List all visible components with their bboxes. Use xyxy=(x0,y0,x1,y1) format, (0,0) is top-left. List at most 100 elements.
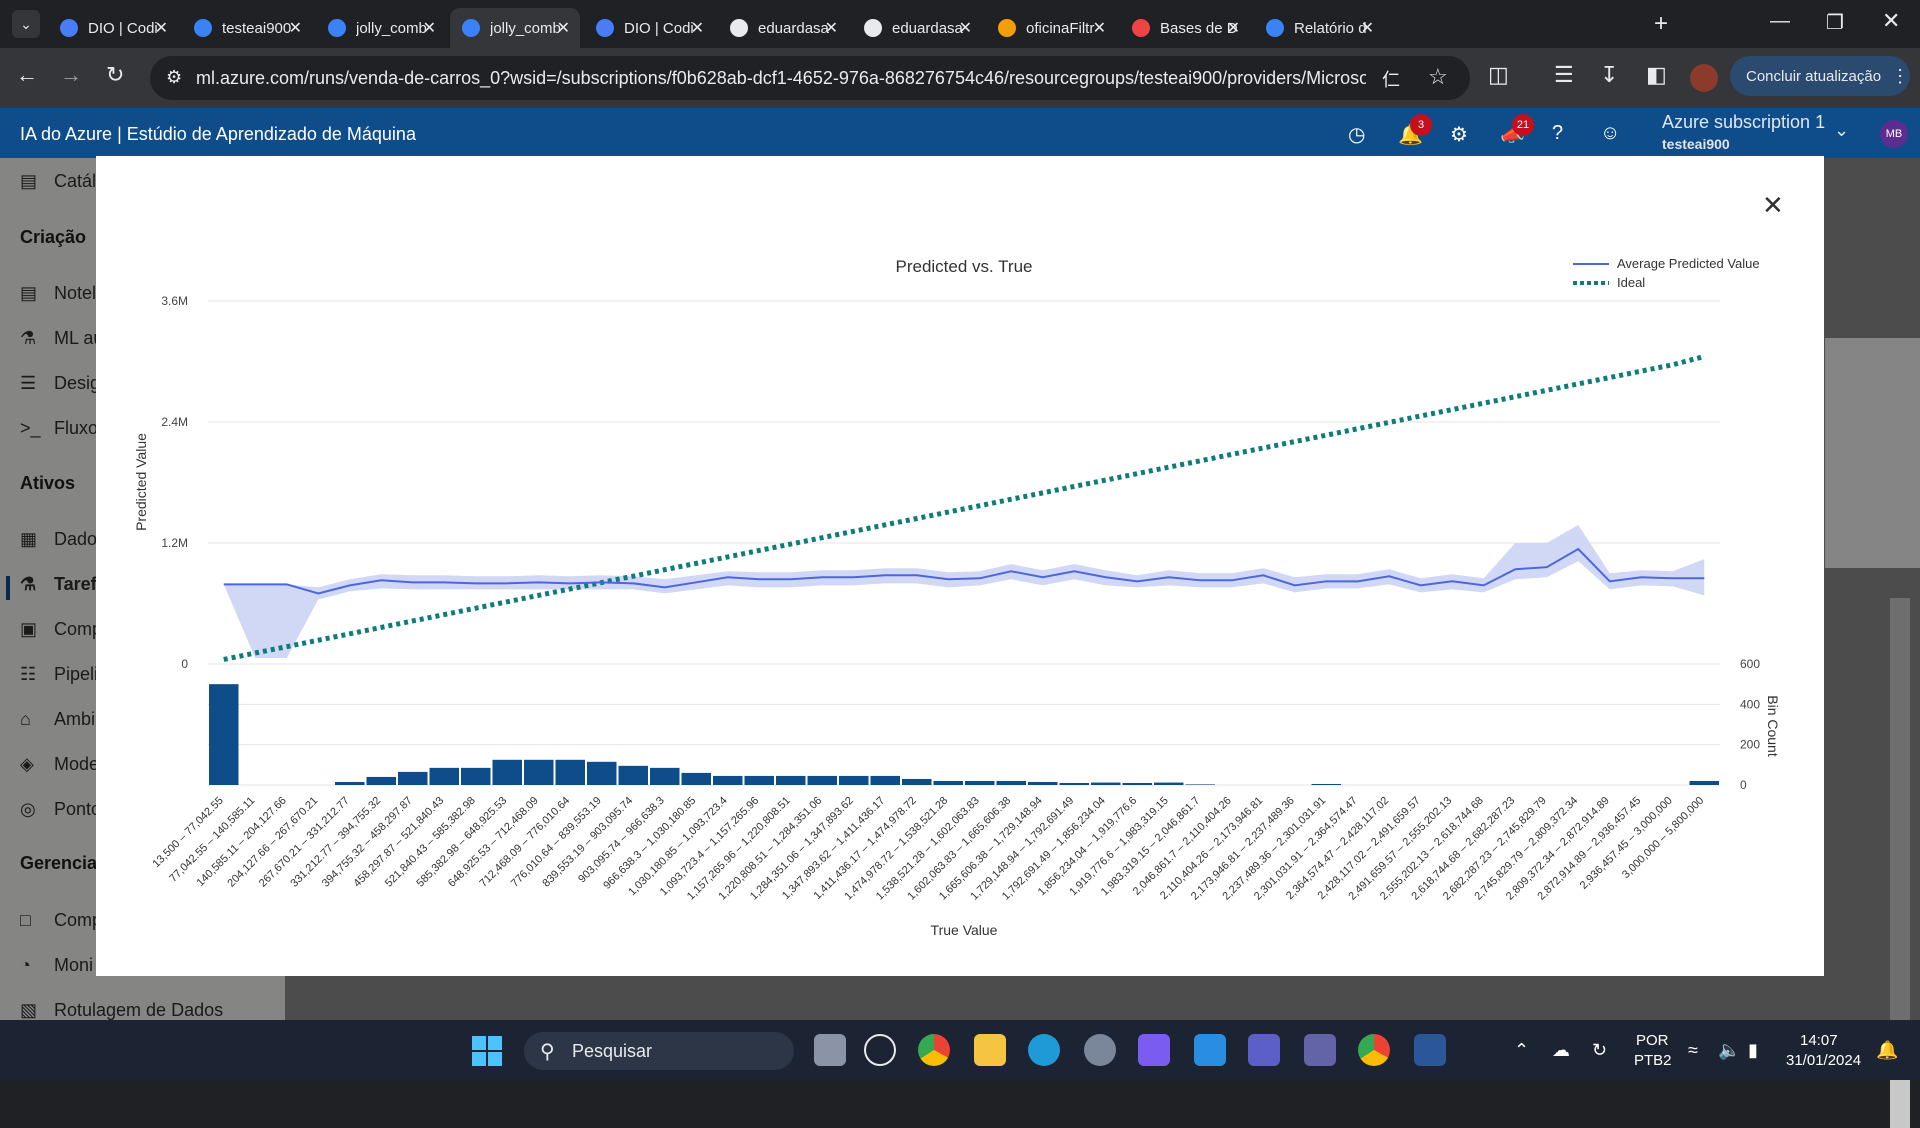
browser-tab[interactable]: jolly_comb ✕ xyxy=(316,8,446,48)
close-modal-icon[interactable]: ✕ xyxy=(1762,190,1784,221)
y-axis-title: Predicted Value xyxy=(133,433,149,531)
browser-tab-strip: ⌄ DIO | Codi ✕ testeai900 ✕ jolly_comb ✕ jolly… xyxy=(0,0,1920,48)
clock-time[interactable]: 14:07 xyxy=(1800,1032,1838,1049)
browser-toolbar: ← → ↻ ⚙ ml.azure.com/runs/venda-de-carro… xyxy=(0,48,1920,108)
browser-tab[interactable]: DIO | Codi ✕ xyxy=(48,8,178,48)
windows-start-icon[interactable] xyxy=(472,1036,502,1066)
tab-close-icon[interactable]: ✕ xyxy=(959,18,972,38)
teams-new-icon[interactable] xyxy=(1304,1034,1336,1066)
history-icon[interactable]: ◷ xyxy=(1348,122,1365,147)
minimize-icon[interactable]: — xyxy=(1770,10,1790,33)
tab-close-icon[interactable]: ✕ xyxy=(155,18,168,38)
x-axis-title: True Value xyxy=(931,922,998,938)
bin-count-bar xyxy=(1185,784,1215,785)
browser-tab[interactable]: Relatório d ✕ xyxy=(1254,8,1384,48)
y2-tick-label: 0 xyxy=(1740,778,1747,792)
tab-close-icon[interactable]: ✕ xyxy=(557,18,570,38)
bin-count-bar xyxy=(492,759,522,785)
tab-close-icon[interactable]: ✕ xyxy=(423,18,436,38)
y2-tick-label: 400 xyxy=(1740,697,1760,711)
y-tick-label: 2.4M xyxy=(161,415,188,429)
wifi-icon[interactable]: ≈ xyxy=(1688,1040,1698,1061)
bin-count-bar xyxy=(681,772,711,785)
tab-favicon-icon xyxy=(1132,19,1150,37)
tab-favicon-icon xyxy=(60,19,78,37)
bin-count-bar xyxy=(1689,780,1719,785)
chart-title: Predicted vs. True xyxy=(895,257,1032,276)
subscription-name[interactable]: Azure subscription 1 xyxy=(1662,112,1825,133)
tab-close-icon[interactable]: ✕ xyxy=(1093,18,1106,38)
bin-count-bar xyxy=(1122,782,1152,785)
tab-favicon-icon xyxy=(864,19,882,37)
settings-app-icon[interactable] xyxy=(1084,1034,1116,1066)
azure-header: IA do Azure | Estúdio de Aprendizado de … xyxy=(0,108,1920,158)
bin-count-bar xyxy=(839,775,869,785)
help-icon[interactable]: ? xyxy=(1552,122,1563,145)
keyboard-layout[interactable]: PTB2 xyxy=(1634,1052,1672,1069)
tray-cloud-icon[interactable]: ☁ xyxy=(1552,1040,1570,1061)
y-tick-label: 3.6M xyxy=(161,294,188,308)
user-avatar[interactable]: MB xyxy=(1880,120,1908,148)
update-button[interactable]: Concluir atualização ⋮ xyxy=(1730,56,1910,96)
download-icon[interactable]: ↧ xyxy=(1600,62,1618,88)
bookmark-star-icon[interactable]: ☆ xyxy=(1428,64,1448,90)
media-control-icon[interactable]: ☰ xyxy=(1554,62,1574,88)
extensions-icon[interactable]: ◫ xyxy=(1488,62,1509,88)
chrome-profile-icon[interactable] xyxy=(1358,1034,1390,1066)
more-menu-icon[interactable]: ⋮ xyxy=(1891,66,1909,87)
tab-favicon-icon xyxy=(596,19,614,37)
browser-tab[interactable]: DIO | Codi ✕ xyxy=(584,8,714,48)
workspace-name[interactable]: testeai900 xyxy=(1662,136,1730,152)
tray-chevron-icon[interactable]: ⌃ xyxy=(1514,1040,1529,1061)
browser-tab[interactable]: Bases de D ✕ xyxy=(1120,8,1250,48)
tray-sync-icon[interactable]: ↻ xyxy=(1592,1040,1607,1061)
browser-tab[interactable]: eduardasa ✕ xyxy=(852,8,982,48)
tab-close-icon[interactable]: ✕ xyxy=(1227,18,1240,38)
maximize-icon[interactable]: ❐ xyxy=(1826,10,1844,35)
file-explorer-icon[interactable] xyxy=(974,1034,1006,1066)
y2-tick-label: 200 xyxy=(1740,738,1760,752)
clock-date[interactable]: 31/01/2024 xyxy=(1786,1052,1861,1069)
notification-center-icon[interactable]: 🔔 xyxy=(1876,1040,1898,1061)
vscode-icon[interactable] xyxy=(1194,1034,1226,1066)
side-panel-icon[interactable]: ◧ xyxy=(1646,62,1667,88)
edge-icon[interactable] xyxy=(1028,1034,1060,1066)
bin-count-bar xyxy=(713,775,743,785)
update-label: Concluir atualização xyxy=(1746,67,1882,85)
chrome-icon[interactable] xyxy=(918,1034,950,1066)
bin-count-bar xyxy=(807,775,837,785)
taskbar-search[interactable]: ⚲ Pesquisar xyxy=(524,1032,794,1070)
teams-icon[interactable] xyxy=(1248,1034,1280,1066)
browser-tab[interactable]: jolly_comb ✕ xyxy=(450,8,580,48)
browser-tab[interactable]: testeai900 ✕ xyxy=(182,8,312,48)
dell-icon[interactable] xyxy=(864,1034,896,1066)
tab-favicon-icon xyxy=(194,19,212,37)
settings-gear-icon[interactable]: ⚙ xyxy=(1450,122,1468,147)
close-window-icon[interactable]: ✕ xyxy=(1882,8,1900,34)
tab-close-icon[interactable]: ✕ xyxy=(1361,18,1374,38)
language-indicator[interactable]: POR xyxy=(1636,1032,1669,1049)
volume-icon[interactable]: 🔈 xyxy=(1718,1040,1740,1061)
task-view-icon[interactable] xyxy=(814,1034,846,1066)
copilot-icon[interactable] xyxy=(1138,1034,1170,1066)
bin-count-bar xyxy=(870,775,900,785)
back-icon[interactable]: ← xyxy=(16,62,38,88)
forward-icon[interactable]: → xyxy=(60,62,82,88)
app-title[interactable]: IA do Azure | Estúdio de Aprendizado de … xyxy=(20,124,416,145)
chevron-down-icon[interactable]: ⌄ xyxy=(1834,120,1849,141)
profile-avatar[interactable] xyxy=(1690,64,1718,92)
tab-close-icon[interactable]: ✕ xyxy=(691,18,704,38)
browser-tab[interactable]: eduardasa ✕ xyxy=(718,8,848,48)
translate-icon[interactable]: 仁 xyxy=(1382,66,1400,92)
battery-icon[interactable]: ▮ xyxy=(1748,1040,1758,1061)
tab-search-icon[interactable]: ⌄ xyxy=(12,10,40,38)
tab-close-icon[interactable]: ✕ xyxy=(825,18,838,38)
address-bar[interactable]: ⚙ ml.azure.com/runs/venda-de-carros_0?ws… xyxy=(150,56,1470,100)
smiley-icon[interactable]: ☺ xyxy=(1600,122,1620,145)
browser-tab[interactable]: oficinaFiltr ✕ xyxy=(986,8,1116,48)
new-tab-icon[interactable]: + xyxy=(1654,10,1668,38)
tab-close-icon[interactable]: ✕ xyxy=(289,18,302,38)
reload-icon[interactable]: ↻ xyxy=(106,62,124,88)
word-icon[interactable] xyxy=(1414,1034,1446,1066)
site-settings-icon[interactable]: ⚙ xyxy=(166,67,182,88)
